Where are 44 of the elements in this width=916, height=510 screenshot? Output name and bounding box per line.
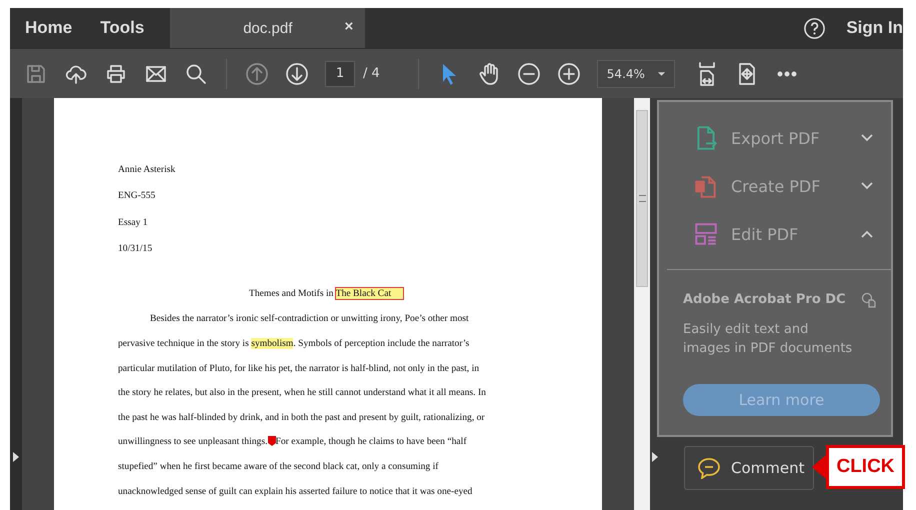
body-text-line: Besides the narrator’s ironic self-contradiction or unwitting irony, Poe’s other most bbox=[150, 313, 469, 324]
body-text-line: pervasive technique in the story is symbolism. Symbols of perception include the narrator’s bbox=[118, 338, 470, 350]
comment-button[interactable]: Comment bbox=[684, 446, 814, 490]
document-tab[interactable]: doc.pdf × bbox=[170, 8, 366, 48]
header-line: ENG-555 bbox=[118, 189, 156, 204]
header-line: 10/31/15 bbox=[118, 242, 152, 256]
caret-icon[interactable] bbox=[656, 70, 666, 76]
body-text-line: unwillingness to see unpleasant things. bbox=[118, 436, 268, 448]
header-line: Annie Asterisk bbox=[118, 163, 176, 177]
sign-in-button[interactable]: Sign In bbox=[846, 8, 903, 48]
expand-left-panel-icon[interactable] bbox=[13, 452, 19, 462]
body-text-line: stupefied” when he first became aware of the second black cat, only a consuming if bbox=[118, 461, 438, 472]
body-text-line: the story he relates, but also in the present, when he still cannot understand what it all means. In bbox=[118, 387, 486, 398]
essay-title: Themes and Motifs in The Black Cat bbox=[249, 282, 404, 307]
comment-marker-icon[interactable] bbox=[268, 436, 276, 446]
zoom-dropdown[interactable]: 54.4% bbox=[596, 60, 675, 88]
nav-tab[interactable]: Tools bbox=[86, 8, 158, 48]
body-text-line: For example, though he claims to have been “half bbox=[276, 436, 467, 448]
body-text-line: unacknowledged sense of guilt can explain his asserted failure to notice that it was one-eyed bbox=[118, 486, 472, 497]
click-callout: CLICK bbox=[826, 445, 905, 489]
arrow-down-circle-icon[interactable] bbox=[285, 62, 309, 86]
page-number-field[interactable]: 1 bbox=[325, 60, 355, 86]
promo-title: Adobe Acrobat Pro DC bbox=[683, 292, 846, 307]
chevron-down-icon[interactable] bbox=[861, 182, 873, 190]
document-tab-title[interactable]: doc.pdf bbox=[243, 20, 292, 36]
chevron-up-icon[interactable] bbox=[861, 230, 873, 238]
promo-description: Easily edit text and images in PDF documents bbox=[683, 321, 854, 358]
collapse-right-panel-icon[interactable] bbox=[652, 452, 658, 462]
hand-icon[interactable] bbox=[476, 62, 501, 86]
zoom-out-icon[interactable] bbox=[516, 62, 541, 86]
callout-arrow-icon bbox=[812, 455, 826, 479]
page-count: / 4 bbox=[363, 66, 380, 81]
scrollbar[interactable] bbox=[634, 98, 650, 510]
search-icon[interactable] bbox=[184, 62, 208, 86]
speech-bubble-icon bbox=[697, 457, 721, 479]
body-text-line: the past he was half-blinded by drink, and in both the past and present by guilt, rationalizing, or bbox=[118, 412, 485, 423]
nav-tab[interactable]: Home bbox=[10, 8, 86, 48]
globe-document-icon[interactable] bbox=[861, 292, 877, 308]
chevron-down-icon[interactable] bbox=[861, 134, 873, 142]
header-line: Essay 1 bbox=[118, 216, 148, 230]
body-text-line: particular mutilation of Pluto, for like his pet, the narrator is half-blind, not only in the past, in bbox=[118, 362, 480, 374]
help-icon[interactable] bbox=[803, 16, 826, 40]
zoom-in-icon[interactable] bbox=[556, 62, 581, 86]
close-tab-button[interactable]: × bbox=[342, 18, 356, 35]
